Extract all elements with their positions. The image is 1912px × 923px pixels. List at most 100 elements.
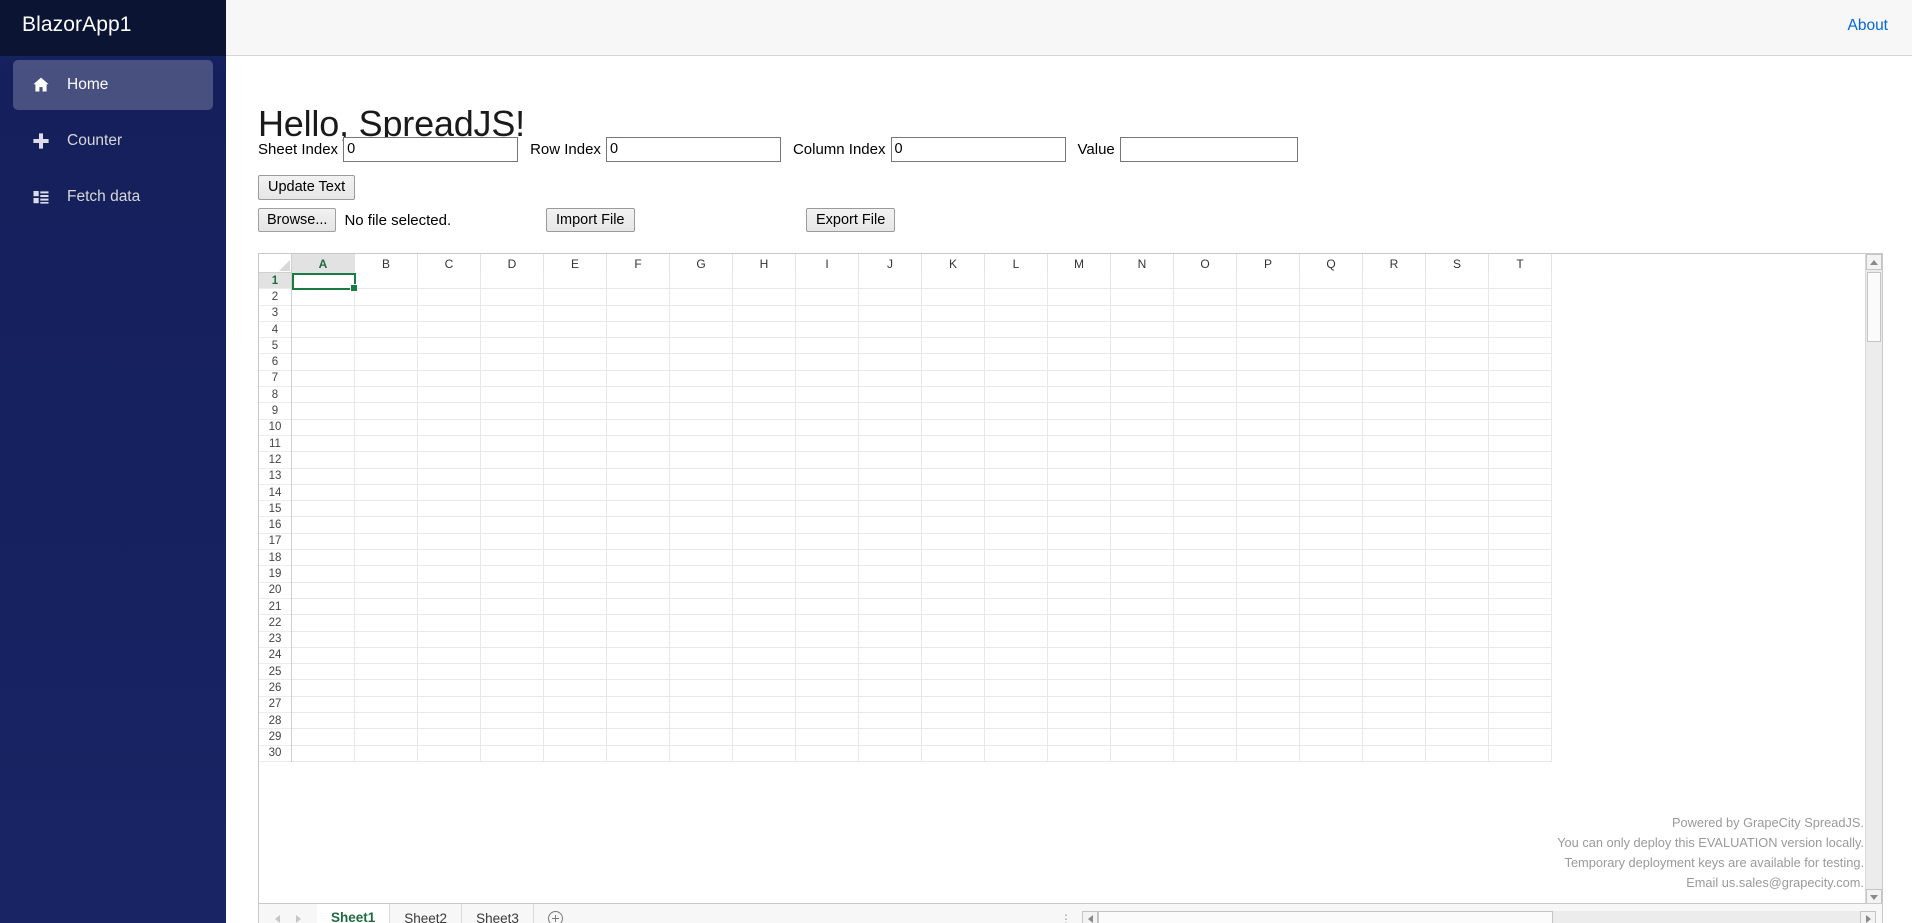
cell-J25[interactable] <box>859 664 922 681</box>
cell-K30[interactable] <box>922 745 985 762</box>
cell-Q24[interactable] <box>1300 647 1363 665</box>
cell-R4[interactable] <box>1363 321 1426 339</box>
cell-G15[interactable] <box>670 501 733 518</box>
cell-D28[interactable] <box>481 713 544 730</box>
cell-B12[interactable] <box>355 452 418 469</box>
cell-H12[interactable] <box>733 452 796 469</box>
cell-G24[interactable] <box>670 647 733 665</box>
cell-E21[interactable] <box>544 598 607 616</box>
cell-S19[interactable] <box>1426 566 1489 583</box>
cell-I30[interactable] <box>796 745 859 762</box>
cell-R10[interactable] <box>1363 419 1426 436</box>
cell-I15[interactable] <box>796 501 859 518</box>
cell-G5[interactable] <box>670 338 733 355</box>
cell-C14[interactable] <box>418 484 481 502</box>
cell-S14[interactable] <box>1426 484 1489 502</box>
cell-I2[interactable] <box>796 289 859 306</box>
cell-G21[interactable] <box>670 598 733 616</box>
cell-I14[interactable] <box>796 484 859 502</box>
cell-F25[interactable] <box>607 664 670 681</box>
cell-M19[interactable] <box>1048 566 1111 583</box>
row-header-23[interactable]: 23 <box>259 631 291 648</box>
cell-E6[interactable] <box>544 354 607 371</box>
cell-D25[interactable] <box>481 664 544 681</box>
cell-M11[interactable] <box>1048 435 1111 453</box>
row-header-8[interactable]: 8 <box>259 387 291 404</box>
cell-Q17[interactable] <box>1300 533 1363 551</box>
cell-M21[interactable] <box>1048 598 1111 616</box>
cell-L11[interactable] <box>985 435 1048 453</box>
cell-O8[interactable] <box>1174 387 1237 404</box>
cell-B22[interactable] <box>355 615 418 632</box>
cell-F28[interactable] <box>607 713 670 730</box>
cell-T5[interactable] <box>1489 338 1552 355</box>
cell-O10[interactable] <box>1174 419 1237 436</box>
cell-S9[interactable] <box>1426 403 1489 420</box>
spreadsheet[interactable]: ABCDEFGHIJKLMNOPQRST 1 2 3 4 5 6 7 8 9 10 11 12 13 14… <box>258 253 1883 904</box>
cell-C7[interactable] <box>418 370 481 388</box>
cell-L27[interactable] <box>985 696 1048 714</box>
cell-Q10[interactable] <box>1300 419 1363 436</box>
cell-T6[interactable] <box>1489 354 1552 371</box>
cell-E29[interactable] <box>544 729 607 746</box>
cell-M3[interactable] <box>1048 305 1111 322</box>
cell-F6[interactable] <box>607 354 670 371</box>
cell-T23[interactable] <box>1489 631 1552 648</box>
cell-T28[interactable] <box>1489 713 1552 730</box>
cell-P25[interactable] <box>1237 664 1300 681</box>
cell-K3[interactable] <box>922 305 985 322</box>
cell-T11[interactable] <box>1489 435 1552 453</box>
cell-H9[interactable] <box>733 403 796 420</box>
cell-D4[interactable] <box>481 321 544 339</box>
cell-C22[interactable] <box>418 615 481 632</box>
cell-O27[interactable] <box>1174 696 1237 714</box>
cell-A27[interactable] <box>292 696 355 714</box>
cell-F30[interactable] <box>607 745 670 762</box>
previous-sheet-icon[interactable] <box>275 914 280 923</box>
cell-P26[interactable] <box>1237 680 1300 697</box>
import-file-button[interactable]: Import File <box>546 207 635 233</box>
cell-J29[interactable] <box>859 729 922 746</box>
cell-D6[interactable] <box>481 354 544 371</box>
cell-M29[interactable] <box>1048 729 1111 746</box>
cell-C23[interactable] <box>418 631 481 648</box>
cell-O12[interactable] <box>1174 452 1237 469</box>
cell-R13[interactable] <box>1363 468 1426 485</box>
cell-S12[interactable] <box>1426 452 1489 469</box>
cell-C28[interactable] <box>418 713 481 730</box>
column-header-C[interactable]: C <box>418 254 481 273</box>
cell-J27[interactable] <box>859 696 922 714</box>
cell-S20[interactable] <box>1426 582 1489 599</box>
cell-Q6[interactable] <box>1300 354 1363 371</box>
cell-R17[interactable] <box>1363 533 1426 551</box>
cell-T1[interactable] <box>1489 273 1552 290</box>
cell-R8[interactable] <box>1363 387 1426 404</box>
cell-A13[interactable] <box>292 468 355 485</box>
cell-O13[interactable] <box>1174 468 1237 485</box>
cell-B1[interactable] <box>355 273 418 290</box>
cell-M18[interactable] <box>1048 550 1111 567</box>
cell-B9[interactable] <box>355 403 418 420</box>
cell-L10[interactable] <box>985 419 1048 436</box>
cell-L2[interactable] <box>985 289 1048 306</box>
cell-R7[interactable] <box>1363 370 1426 388</box>
cell-N20[interactable] <box>1111 582 1174 599</box>
cell-H2[interactable] <box>733 289 796 306</box>
cell-H5[interactable] <box>733 338 796 355</box>
cell-A28[interactable] <box>292 713 355 730</box>
cell-Q8[interactable] <box>1300 387 1363 404</box>
cell-G1[interactable] <box>670 273 733 290</box>
row-header-21[interactable]: 21 <box>259 598 291 616</box>
cell-K12[interactable] <box>922 452 985 469</box>
cell-A23[interactable] <box>292 631 355 648</box>
cell-C17[interactable] <box>418 533 481 551</box>
cell-J30[interactable] <box>859 745 922 762</box>
cell-K15[interactable] <box>922 501 985 518</box>
cell-T12[interactable] <box>1489 452 1552 469</box>
cell-E2[interactable] <box>544 289 607 306</box>
cell-P2[interactable] <box>1237 289 1300 306</box>
column-header-P[interactable]: P <box>1237 254 1300 273</box>
row-header-1[interactable]: 1 <box>259 273 291 290</box>
cell-L1[interactable] <box>985 273 1048 290</box>
cell-S27[interactable] <box>1426 696 1489 714</box>
